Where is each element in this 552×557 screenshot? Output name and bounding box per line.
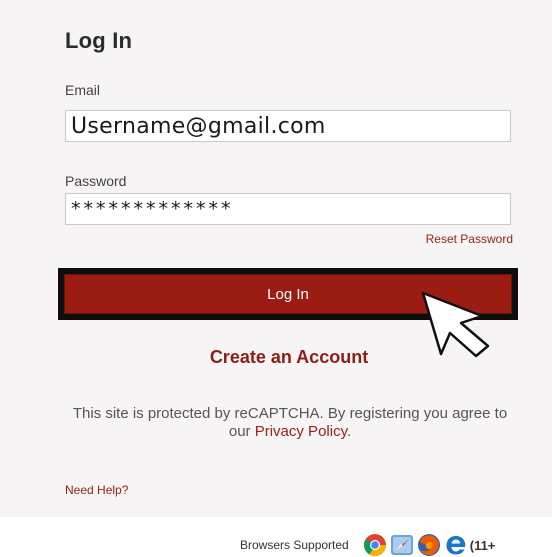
browsers-supported: Browsers Supported (11+: [240, 533, 495, 557]
reset-password-link[interactable]: Reset Password: [426, 232, 513, 246]
page-title: Log In: [65, 28, 133, 53]
email-field[interactable]: Username@gmail.com: [65, 110, 511, 142]
safari-icon: [390, 535, 413, 555]
browser-icons: [363, 533, 468, 557]
chrome-icon: [363, 534, 386, 556]
email-label: Email: [65, 82, 101, 98]
password-label: Password: [65, 173, 127, 189]
recaptcha-notice: This site is protected by reCAPTCHA. By …: [60, 405, 520, 441]
need-help-link[interactable]: Need Help?: [65, 483, 128, 497]
notice-end: .: [346, 423, 352, 440]
ie-version: (11+: [469, 537, 496, 553]
browsers-label: Browsers Supported: [240, 538, 349, 552]
privacy-policy-link[interactable]: Privacy Policy: [255, 423, 347, 440]
login-panel: Log In Email Username@gmail.com Password…: [0, 0, 552, 517]
firefox-icon: [417, 534, 440, 556]
ie-icon: [446, 536, 466, 555]
pointer-cursor-icon: [421, 291, 490, 358]
password-field[interactable]: *************: [65, 193, 511, 225]
